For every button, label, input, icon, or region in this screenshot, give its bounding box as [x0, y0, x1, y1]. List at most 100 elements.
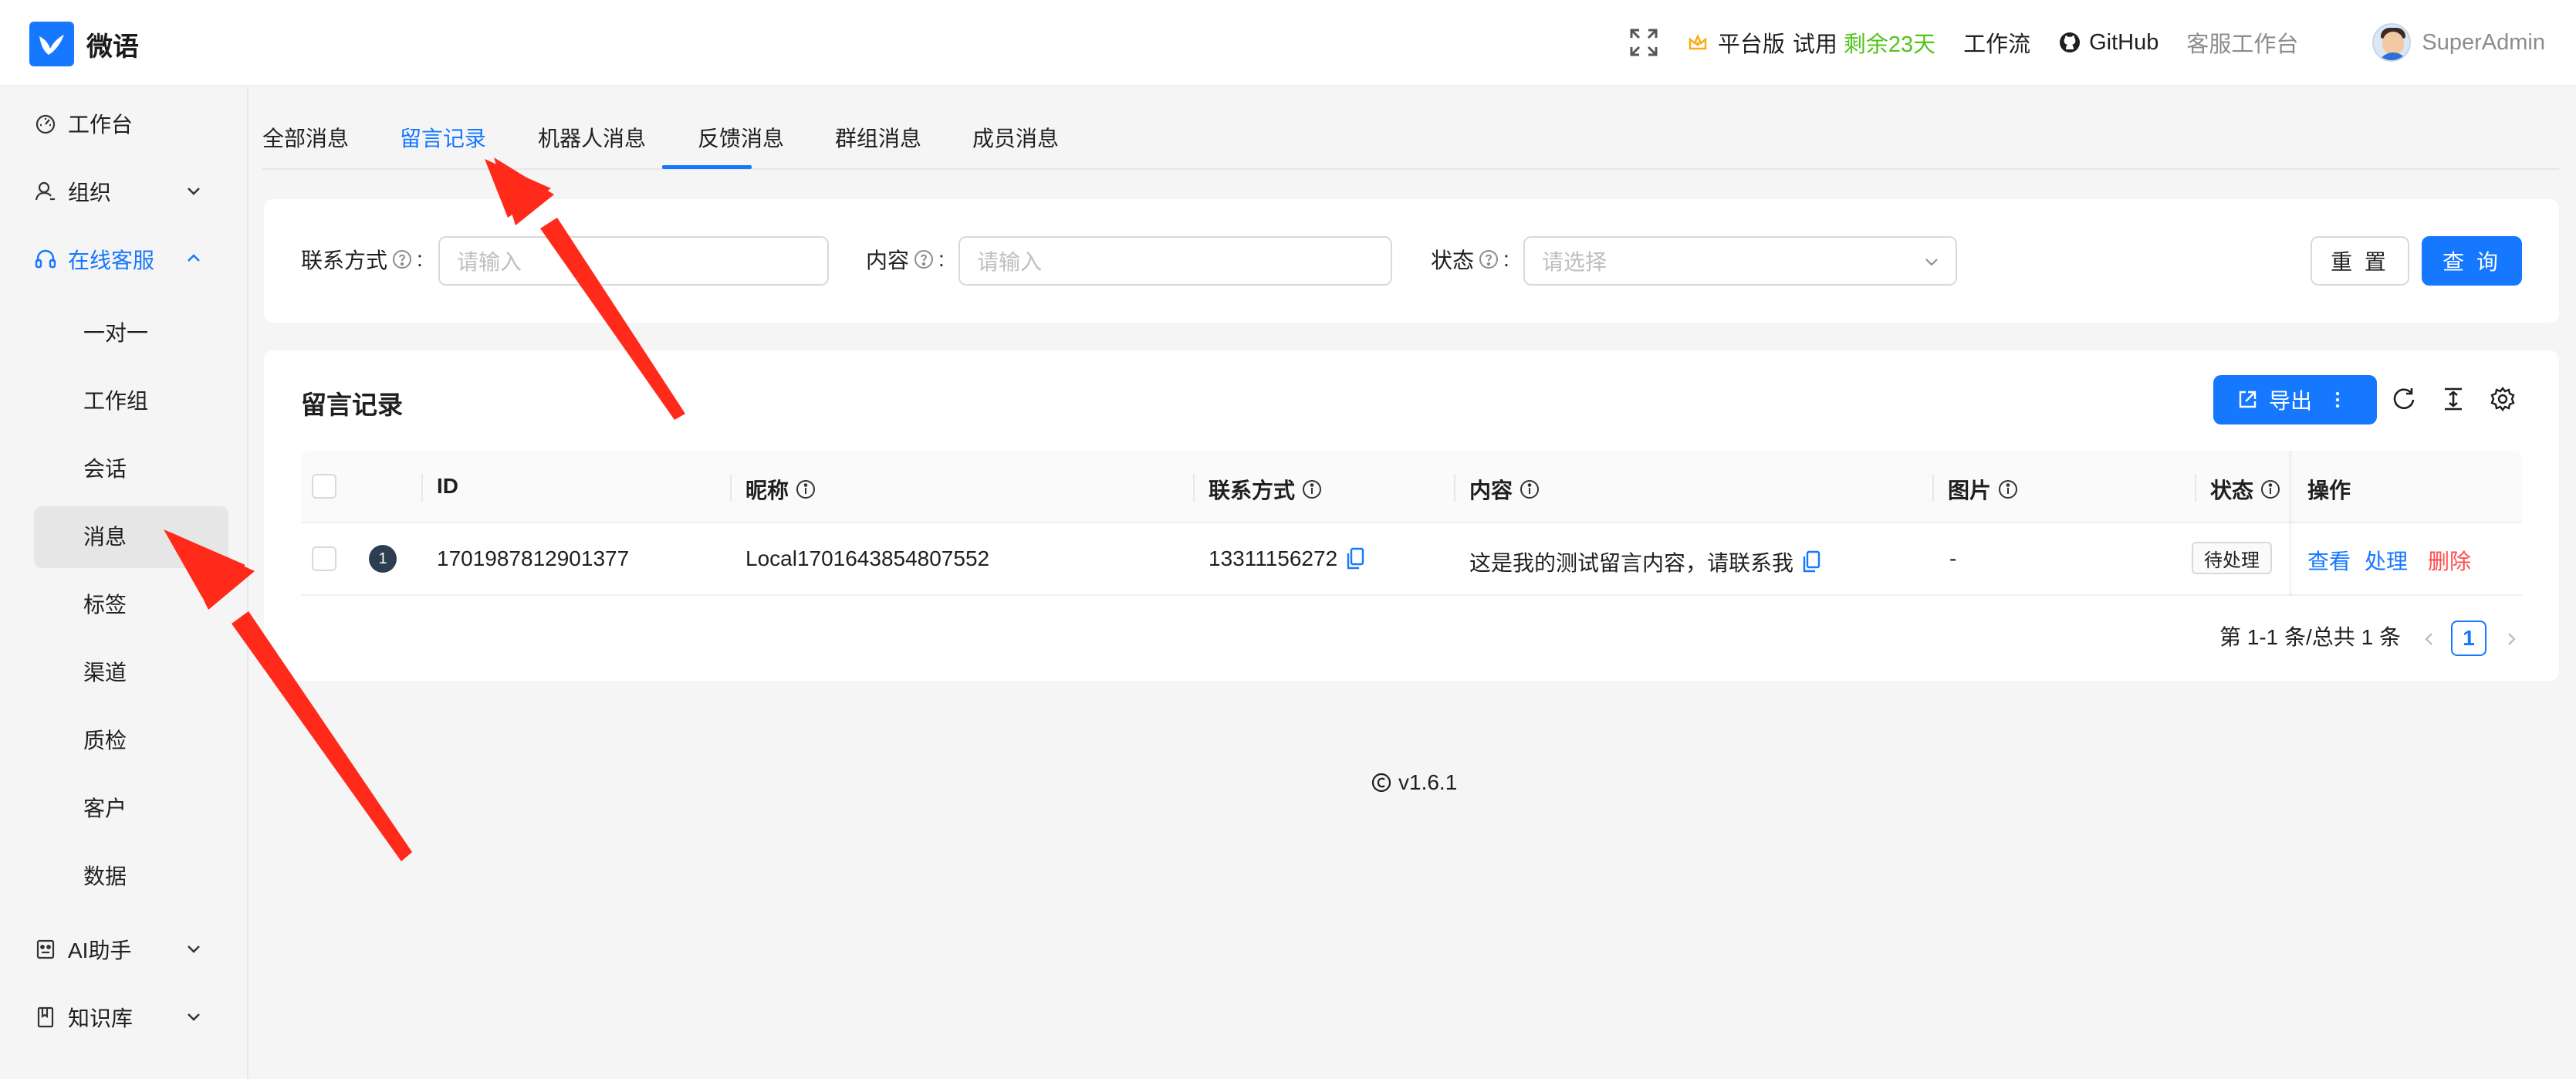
workflow-link[interactable]: 工作流 [1963, 26, 2030, 59]
sidebar-item-online-service[interactable]: 在线客服 [34, 244, 200, 275]
colon: : [417, 247, 423, 271]
select-all-checkbox[interactable] [312, 474, 336, 499]
prev-page-icon[interactable] [2420, 630, 2439, 648]
sidebar-item-knowledge-base[interactable]: 知识库 [34, 1002, 200, 1033]
column-header-nickname[interactable]: 昵称 [745, 474, 816, 505]
sidebar: 工作台 组织 在线客服 一对一 工作组 会话 消息 标签 渠道 质检 客户 数据… [0, 86, 248, 1079]
robot-icon [36, 939, 55, 959]
column-label: 昵称 [745, 479, 789, 502]
question-circle-icon[interactable] [392, 249, 412, 269]
info-circle-icon[interactable] [2260, 479, 2281, 500]
sidebar-subitem-quality[interactable]: 质检 [83, 724, 127, 755]
trial-remaining: 剩余23天 [1843, 32, 1936, 57]
status-select[interactable]: 请选择 [1523, 236, 1957, 286]
export-label: 导出 [2269, 389, 2313, 413]
sidebar-item-ai-assistant[interactable]: AI助手 [34, 934, 200, 965]
status-badge: 待处理 [2192, 542, 2272, 574]
sidebar-subitem-tags[interactable]: 标签 [83, 588, 127, 619]
info-circle-icon[interactable] [1997, 479, 2019, 500]
sidebar-subitem-session[interactable]: 会话 [83, 452, 127, 483]
info-circle-icon[interactable] [795, 479, 816, 500]
app-logo[interactable]: 微语 [29, 22, 139, 66]
headset-icon [35, 249, 56, 269]
column-header-status[interactable]: 状态 [2210, 474, 2281, 505]
cell-nickname: Local1701643854807552 [745, 546, 990, 570]
user-menu[interactable]: SuperAdmin [2372, 23, 2545, 62]
active-tab-indicator [662, 165, 752, 169]
sidebar-subitem-one-to-one[interactable]: 一对一 [83, 316, 148, 347]
tab-robot-messages[interactable]: 机器人消息 [538, 122, 646, 153]
agent-workbench-link[interactable]: 客服工作台 [2186, 26, 2298, 59]
dashboard-icon [35, 114, 56, 134]
row-checkbox[interactable] [312, 546, 336, 571]
copy-icon[interactable] [1345, 547, 1365, 570]
export-button[interactable]: 导出 [2213, 375, 2377, 424]
contact-input[interactable]: 请输入 [438, 236, 829, 286]
filter-panel: 联系方式 : 请输入 内容 : 请输入 状态 : 请选择 重 置 查 询 [264, 199, 2559, 323]
platform-label: 平台版 [1717, 32, 1785, 57]
question-circle-icon[interactable] [914, 249, 934, 269]
page-number-current[interactable]: 1 [2451, 621, 2486, 656]
tab-message-records[interactable]: 留言记录 [400, 122, 486, 153]
platform-trial[interactable]: 平台版 试用 剩余23天 [1687, 26, 1935, 59]
column-header-image[interactable]: 图片 [1948, 474, 2019, 505]
version-text: v1.6.1 [1398, 770, 1458, 794]
sidebar-subitem-channels[interactable]: 渠道 [83, 656, 127, 687]
column-header-id[interactable]: ID [437, 474, 458, 499]
pagination-summary: 第 1-1 条/总共 1 条 [2219, 625, 2401, 649]
cell-content: 这是我的测试留言内容，请联系我 [1469, 546, 1821, 577]
settings-gear-icon[interactable] [2490, 386, 2516, 412]
copy-icon[interactable] [1801, 550, 1821, 573]
sidebar-subitem-workgroup[interactable]: 工作组 [83, 384, 148, 415]
question-circle-icon[interactable] [1479, 249, 1499, 269]
colon: : [938, 247, 945, 271]
organization-icon [35, 181, 55, 201]
reset-button[interactable]: 重 置 [2311, 236, 2409, 286]
sidebar-subitem-customers[interactable]: 客户 [83, 792, 127, 823]
app-name: 微语 [86, 32, 139, 62]
more-vertical-icon[interactable] [2334, 389, 2341, 411]
column-header-content[interactable]: 内容 [1469, 474, 1540, 505]
row-index-badge: 1 [369, 545, 397, 573]
process-link[interactable]: 处理 [2365, 545, 2408, 576]
query-button[interactable]: 查 询 [2422, 236, 2522, 286]
fixed-column-shadow [2289, 451, 2294, 596]
status-label-text: 状态 [1431, 249, 1475, 272]
sidebar-subitem-data[interactable]: 数据 [83, 860, 127, 891]
info-circle-icon[interactable] [1519, 479, 1540, 500]
column-label: ID [437, 474, 458, 498]
content-input[interactable]: 请输入 [958, 236, 1392, 286]
column-label: 联系方式 [1209, 479, 1296, 502]
table-title: 留言记录 [301, 391, 403, 419]
contact-value: 13311156272 [1209, 546, 1338, 570]
content-label-text: 内容 [866, 249, 910, 272]
sidebar-item-workbench[interactable]: 工作台 [34, 108, 133, 139]
status-select-placeholder: 请选择 [1542, 250, 1607, 274]
username: SuperAdmin [2422, 29, 2545, 55]
github-label: GitHub [2089, 29, 2159, 55]
delete-link[interactable]: 删除 [2428, 545, 2471, 576]
tab-all-messages[interactable]: 全部消息 [262, 122, 349, 153]
tab-feedback-messages[interactable]: 反馈消息 [698, 122, 784, 153]
tab-group-messages[interactable]: 群组消息 [835, 122, 921, 153]
column-label: 图片 [1948, 479, 1992, 502]
message-tabs: 全部消息 留言记录 机器人消息 反馈消息 群组消息 成员消息 [262, 116, 2559, 170]
sidebar-subitem-messages[interactable]: 消息 [83, 520, 127, 551]
sidebar-item-label: AI助手 [68, 939, 132, 962]
github-link[interactable]: GitHub [2058, 30, 2158, 56]
column-header-contact[interactable]: 联系方式 [1209, 474, 1323, 505]
next-page-icon[interactable] [2502, 630, 2520, 648]
view-link[interactable]: 查看 [2307, 545, 2351, 576]
fullscreen-icon[interactable] [1628, 27, 1659, 58]
colon: : [1503, 247, 1509, 271]
info-circle-icon[interactable] [1301, 479, 1323, 500]
sidebar-item-organization[interactable]: 组织 [34, 176, 200, 207]
refresh-icon[interactable] [2391, 386, 2417, 412]
column-height-icon[interactable] [2440, 386, 2466, 412]
status-filter-label: 状态 : [1431, 244, 1509, 275]
sidebar-selected-highlight [34, 506, 228, 568]
sidebar-item-label: 在线客服 [68, 249, 155, 272]
tab-member-messages[interactable]: 成员消息 [972, 122, 1059, 153]
sidebar-item-label: 知识库 [68, 1006, 134, 1030]
cell-contact: 13311156272 [1209, 546, 1365, 571]
